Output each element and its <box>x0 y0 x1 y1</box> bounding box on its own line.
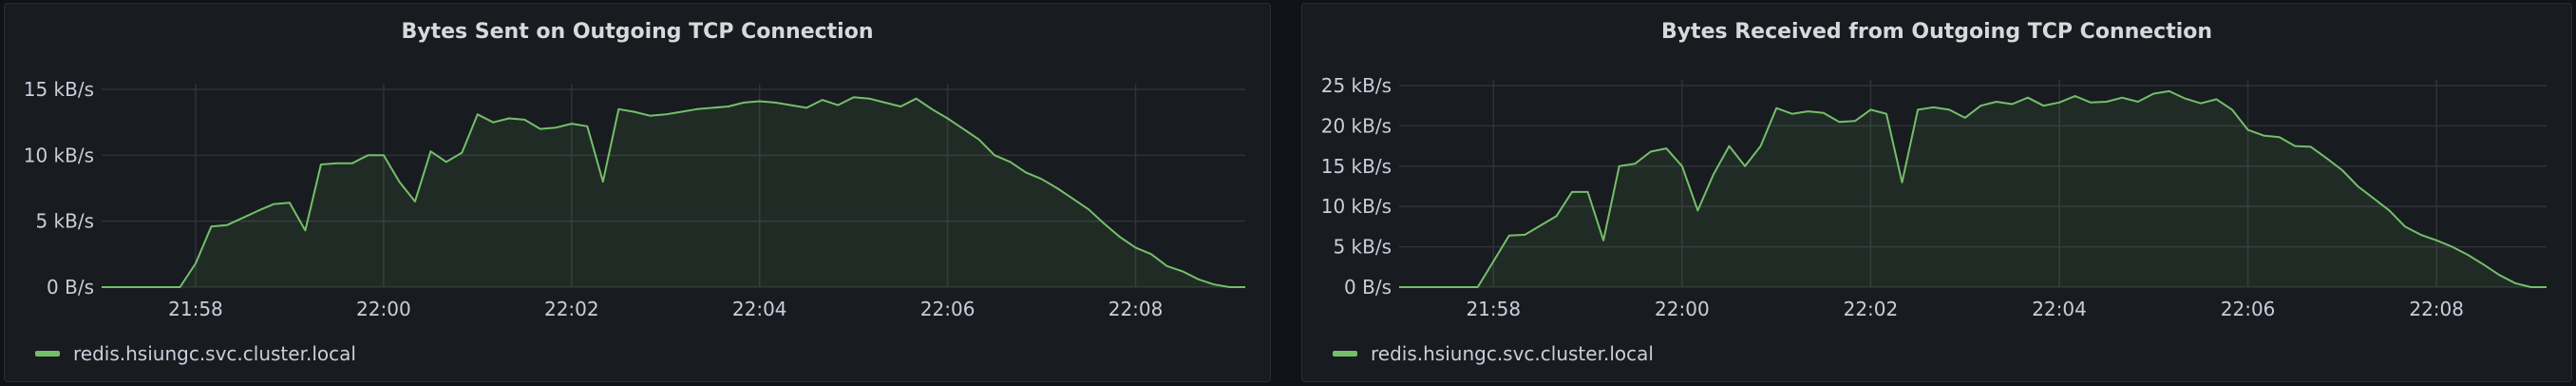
y-tick-label: 5 kB/s <box>1333 236 1392 259</box>
x-tick-label: 22:06 <box>2221 298 2276 320</box>
x-tick-label: 22:08 <box>1108 298 1164 320</box>
bytes-received-panel: Bytes Received from Outgoing TCP Connect… <box>1301 3 2572 382</box>
y-tick-label: 15 kB/s <box>24 78 94 101</box>
x-tick-label: 22:02 <box>544 298 599 320</box>
legend[interactable]: redis.hsiungc.svc.cluster.local <box>35 342 356 365</box>
y-tick-label: 20 kB/s <box>1321 114 1392 137</box>
y-tick-label: 15 kB/s <box>1321 155 1392 178</box>
legend[interactable]: redis.hsiungc.svc.cluster.local <box>1333 342 1654 365</box>
x-tick-label: 21:58 <box>168 298 223 320</box>
bytes-sent-chart: 0 B/s 5 kB/s 10 kB/s 15 kB/s 21:58 22:00 22:02… <box>24 78 1245 320</box>
y-tick-label: 10 kB/s <box>1321 195 1392 218</box>
x-tick-label: 22:04 <box>732 298 787 320</box>
bytes-sent-panel: Bytes Sent on Outgoing TCP Connection 0 … <box>4 3 1271 382</box>
legend-swatch <box>1333 351 1357 357</box>
x-tick-label: 22:06 <box>920 298 975 320</box>
y-tick-label: 10 kB/s <box>24 144 94 166</box>
x-tick-label: 22:04 <box>2032 298 2087 320</box>
legend-swatch <box>35 351 60 357</box>
legend-label: redis.hsiungc.svc.cluster.local <box>73 342 356 365</box>
x-tick-label: 22:00 <box>356 298 411 320</box>
y-tick-label: 0 B/s <box>47 276 94 299</box>
legend-label: redis.hsiungc.svc.cluster.local <box>1371 342 1654 365</box>
x-tick-label: 22:02 <box>1844 298 1899 320</box>
series-area <box>102 97 1245 287</box>
x-tick-label: 21:58 <box>1466 298 1521 320</box>
bytes-received-chart: 0 B/s 5 kB/s 10 kB/s 15 kB/s 20 kB/s 25 kB/s 2… <box>1321 74 2547 320</box>
y-tick-label: 0 B/s <box>1344 276 1392 299</box>
y-tick-label: 25 kB/s <box>1321 74 1392 97</box>
series-area <box>1399 90 2547 288</box>
y-tick-label: 5 kB/s <box>35 210 94 233</box>
x-tick-label: 22:08 <box>2409 298 2464 320</box>
x-tick-label: 22:00 <box>1655 298 1710 320</box>
